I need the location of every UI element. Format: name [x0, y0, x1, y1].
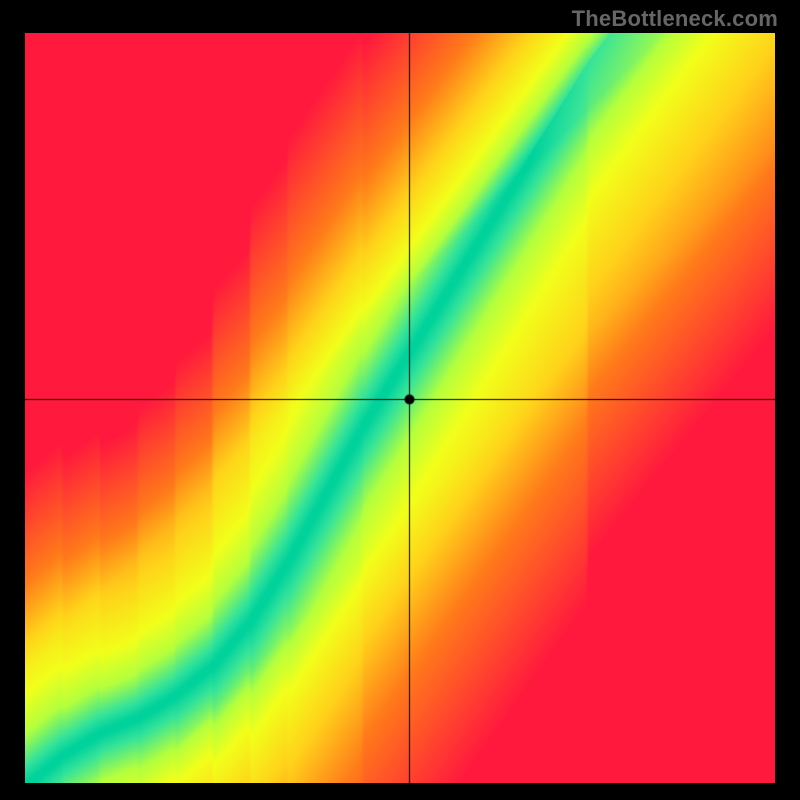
bottleneck-heatmap — [25, 33, 775, 783]
chart-stage: { "watermark": "TheBottleneck.com", "plo… — [0, 0, 800, 800]
watermark-text: TheBottleneck.com — [572, 6, 778, 32]
